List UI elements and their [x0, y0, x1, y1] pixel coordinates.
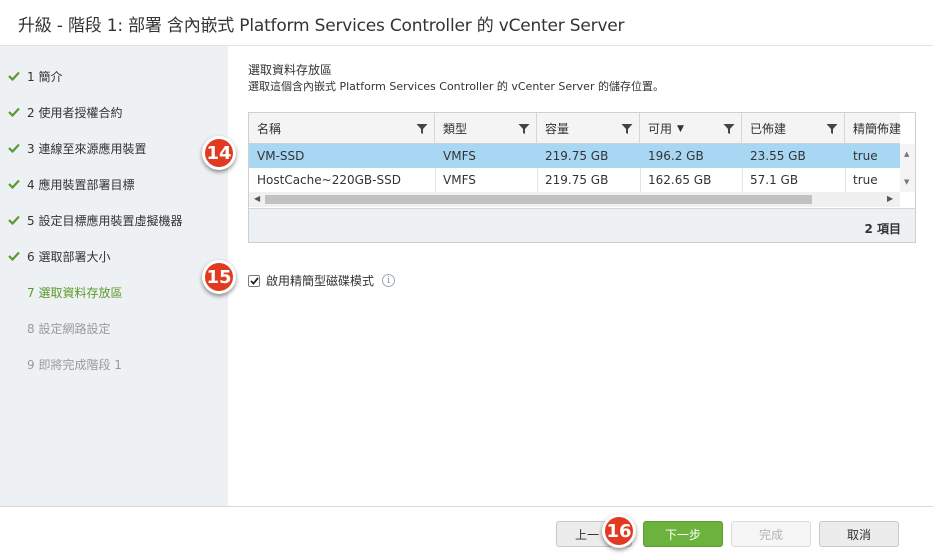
cell-free: 196.2 GB [648, 149, 704, 163]
cell-provisioned: 57.1 GB [750, 173, 799, 187]
scroll-left-icon[interactable]: ◀ [254, 194, 260, 203]
step-label: 6 選取部署大小 [27, 249, 111, 264]
check-icon [7, 69, 21, 83]
step-label: 3 連線至來源應用裝置 [27, 141, 147, 156]
wizard-footer: 上一 下一步 完成 取消 [0, 507, 933, 559]
check-icon [7, 177, 21, 191]
column-header-type[interactable]: 類型 [435, 113, 537, 144]
step-label: 2 使用者授權合約 [27, 105, 123, 120]
cell-name: VM-SSD [257, 149, 305, 163]
grid-header: 名稱 類型 容量 可用 ▼ 已佈建 精簡佈建 [249, 113, 901, 144]
check-icon [7, 249, 21, 263]
finish-button: 完成 [731, 521, 811, 547]
cell-capacity: 219.75 GB [545, 149, 609, 163]
info-icon[interactable]: i [382, 274, 396, 287]
thin-disk-label[interactable]: 啟用精簡型磁碟模式 [266, 272, 374, 289]
column-header-name[interactable]: 名稱 [249, 113, 435, 144]
cell-free: 162.65 GB [648, 173, 712, 187]
step-label: 8 設定網路設定 [27, 321, 111, 336]
cell-type: VMFS [443, 173, 476, 187]
step-deployment-size[interactable]: 6 選取部署大小 [7, 246, 110, 266]
column-header-capacity[interactable]: 容量 [537, 113, 640, 144]
table-row[interactable]: HostCache~220GB-SSD VMFS 219.75 GB 162.6… [249, 168, 900, 192]
filter-icon[interactable] [416, 123, 428, 135]
section-title: 選取資料存放區 [248, 63, 333, 77]
callout-badge: 16 [602, 514, 636, 548]
cell-type: VMFS [443, 149, 476, 163]
callout-badge: 14 [202, 136, 236, 170]
scroll-right-icon[interactable]: ▶ [887, 194, 893, 203]
step-target-vm[interactable]: 5 設定目標應用裝置虛擬機器 [7, 210, 182, 230]
step-connect-source[interactable]: 3 連線至來源應用裝置 [7, 138, 146, 158]
step-deployment-target[interactable]: 4 應用裝置部署目標 [7, 174, 134, 194]
step-label: 7 選取資料存放區 [27, 285, 123, 300]
section-description: 選取這個含內嵌式 Platform Services Controller 的 … [248, 80, 664, 93]
filter-icon[interactable] [621, 123, 633, 135]
cancel-button[interactable]: 取消 [819, 521, 899, 547]
vertical-scrollbar[interactable]: ▲ ▼ [900, 144, 915, 192]
filter-icon[interactable] [723, 123, 735, 135]
step-label: 1 簡介 [27, 69, 63, 84]
cell-capacity: 219.75 GB [545, 173, 609, 187]
step-label: 4 應用裝置部署目標 [27, 177, 135, 192]
wizard-steps-sidebar: 1 簡介 2 使用者授權合約 3 連線至來源應用裝置 4 應用裝置部署目標 5 … [0, 46, 228, 506]
column-header-thin-provisioning[interactable]: 精簡佈建 [845, 113, 901, 144]
cell-thin-provisioning: true [853, 173, 878, 187]
column-header-free[interactable]: 可用 ▼ [640, 113, 742, 144]
step-network-settings: 8 設定網路設定 [7, 318, 110, 338]
datastore-grid: 名稱 類型 容量 可用 ▼ 已佈建 精簡佈建 VM-SSD VMFS 219.7… [248, 112, 916, 243]
check-icon [7, 105, 21, 119]
filter-icon[interactable] [826, 123, 838, 135]
column-header-provisioned[interactable]: 已佈建 [742, 113, 845, 144]
cell-provisioned: 23.55 GB [750, 149, 806, 163]
next-button[interactable]: 下一步 [643, 521, 723, 547]
scroll-down-icon[interactable]: ▼ [904, 178, 909, 186]
cell-thin-provisioning: true [853, 149, 878, 163]
thin-disk-option: 啟用精簡型磁碟模式 i [248, 272, 396, 289]
cell-name: HostCache~220GB-SSD [257, 173, 401, 187]
step-eula[interactable]: 2 使用者授權合約 [7, 102, 122, 122]
step-introduction[interactable]: 1 簡介 [7, 66, 62, 86]
table-row[interactable]: VM-SSD VMFS 219.75 GB 196.2 GB 23.55 GB … [249, 144, 900, 168]
check-icon [7, 213, 21, 227]
step-ready-to-complete: 9 即將完成階段 1 [7, 354, 122, 374]
callout-badge: 15 [202, 260, 236, 294]
horizontal-scrollbar[interactable]: ◀ ▶ [249, 192, 900, 207]
scrollbar-thumb[interactable] [265, 195, 812, 204]
step-label: 5 設定目標應用裝置虛擬機器 [27, 213, 183, 228]
step-label: 9 即將完成階段 1 [27, 357, 122, 372]
grid-footer: 2 項目 [249, 208, 915, 242]
step-select-datastore[interactable]: 7 選取資料存放區 [7, 282, 122, 302]
page-title: 升級 - 階段 1: 部署 含內嵌式 Platform Services Con… [18, 16, 625, 36]
filter-icon[interactable] [518, 123, 530, 135]
thin-disk-checkbox[interactable] [248, 274, 260, 287]
sort-descending-icon: ▼ [677, 123, 684, 134]
check-icon [7, 141, 21, 155]
scroll-up-icon[interactable]: ▲ [904, 150, 909, 158]
item-count: 2 項目 [864, 222, 901, 236]
